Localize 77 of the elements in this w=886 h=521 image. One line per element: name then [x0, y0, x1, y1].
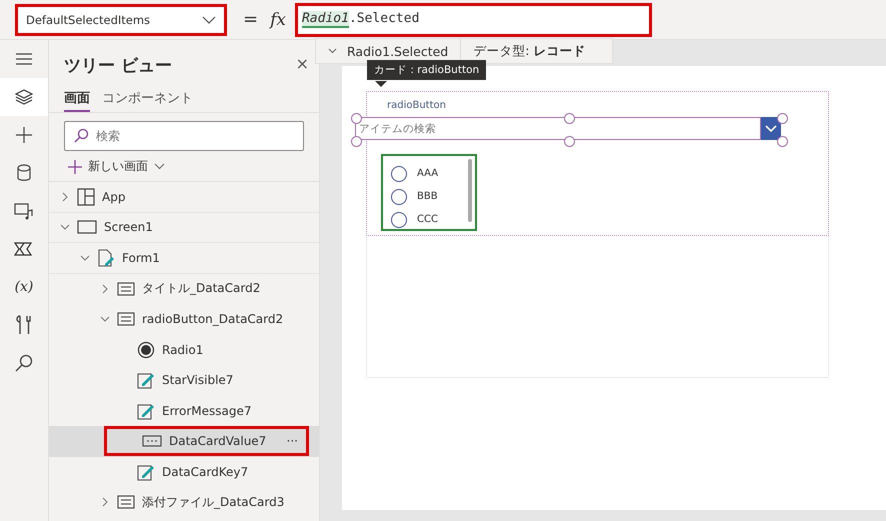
resize-handle[interactable]: [351, 136, 362, 147]
tree-item[interactable]: タイトル_DataCard2: [49, 274, 319, 304]
tree-item-label: DataCardValue7: [169, 434, 266, 448]
new-screen-button[interactable]: 新しい画面: [49, 151, 319, 182]
plus-icon: [68, 160, 82, 174]
chevron-right-icon[interactable]: [60, 192, 70, 202]
tree-item[interactable]: 添付ファイル_DataCard3: [49, 487, 319, 518]
tree-item[interactable]: DataCardValue7 ···: [49, 426, 319, 456]
card-icon: [117, 312, 135, 326]
tree-item[interactable]: App: [49, 182, 319, 212]
search-field[interactable]: 検索: [64, 121, 304, 151]
tree-item[interactable]: Radio1: [49, 334, 319, 365]
chevron-right-icon[interactable]: [100, 284, 110, 294]
tree-item-label: Radio1: [162, 342, 204, 357]
radio-group[interactable]: AAA BBB CCC: [381, 154, 477, 231]
tooltip-pointer-icon: [375, 81, 387, 87]
card-icon: [117, 282, 135, 296]
radio-label: BBB: [417, 191, 438, 202]
tree-item-label: App: [102, 190, 126, 204]
layers-icon[interactable]: [0, 78, 48, 116]
resize-handle[interactable]: [777, 136, 788, 147]
chevron-down-icon[interactable]: [60, 222, 70, 232]
dropdown-button[interactable]: [761, 117, 781, 140]
equals-sign: =: [243, 9, 258, 30]
tree-item-label: Screen1: [104, 220, 153, 234]
panel-tab[interactable]: 画面: [64, 89, 90, 112]
panel-title: ツリー ビュー: [64, 55, 172, 77]
panel-tab[interactable]: コンポーネント: [102, 89, 193, 112]
radio-label: CCC: [417, 214, 438, 225]
radio-button[interactable]: [391, 188, 407, 204]
tree-item-label: ErrorMessage7: [162, 404, 252, 418]
search-icon: [73, 128, 89, 144]
tree-item[interactable]: Screen1: [49, 212, 319, 243]
scrollbar[interactable]: [468, 159, 472, 222]
resize-handle[interactable]: [351, 113, 362, 124]
label-edit-icon: [137, 402, 155, 420]
combo-box[interactable]: アイテムの検索: [355, 117, 761, 140]
radio-button[interactable]: [391, 166, 407, 182]
resize-handle[interactable]: [777, 113, 788, 124]
radio-icon: [137, 340, 155, 359]
tree-item-label: Form1: [122, 250, 160, 265]
resize-handle[interactable]: [564, 136, 575, 147]
card-label: radioButton: [387, 100, 446, 111]
more-options-button[interactable]: ···: [286, 434, 298, 448]
property-dropdown[interactable]: DefaultSelectedItems: [15, 4, 227, 36]
variables-icon[interactable]: (x): [0, 268, 48, 306]
tree-item[interactable]: Form1: [49, 243, 319, 274]
tree-item[interactable]: StarVisible7: [49, 365, 319, 396]
label-edit-icon: [137, 371, 155, 390]
chevron-down-icon: [328, 48, 337, 54]
tree-item-label: StarVisible7: [162, 373, 234, 388]
tree-item-label: DataCardKey7: [162, 464, 248, 479]
tree-item-label: radioButton_DataCard2: [142, 312, 284, 326]
chevron-down-icon: [765, 124, 777, 132]
radio-button[interactable]: [391, 212, 407, 228]
radio-label: AAA: [417, 168, 438, 179]
data-type-text: データ型: レコード: [472, 42, 586, 60]
card-icon: [117, 495, 135, 510]
formula-field[interactable]: Radio1.Selected: [294, 2, 652, 36]
form-icon: [97, 248, 115, 267]
chevron-right-icon[interactable]: [100, 497, 110, 508]
chevron-down-icon: [202, 16, 216, 24]
tree-item[interactable]: ErrorMessage7: [49, 396, 319, 426]
text-input-icon: [142, 434, 162, 448]
chevron-down-icon[interactable]: [100, 314, 110, 324]
chevron-down-icon: [154, 163, 165, 170]
close-button[interactable]: ×: [296, 54, 309, 77]
screen-icon: [77, 220, 97, 234]
fx-label: fx: [270, 10, 286, 30]
tree-item-label: 添付ファイル_DataCard3: [142, 494, 284, 511]
tree-item-label: タイトル_DataCard2: [142, 280, 260, 298]
grid-icon: [77, 188, 95, 206]
tree-item[interactable]: DataCardKey7: [49, 456, 319, 487]
resize-handle[interactable]: [564, 113, 575, 124]
label-edit-icon: [137, 462, 155, 481]
chevron-down-icon[interactable]: [80, 252, 90, 263]
tree-item[interactable]: radioButton_DataCard2: [49, 304, 319, 334]
